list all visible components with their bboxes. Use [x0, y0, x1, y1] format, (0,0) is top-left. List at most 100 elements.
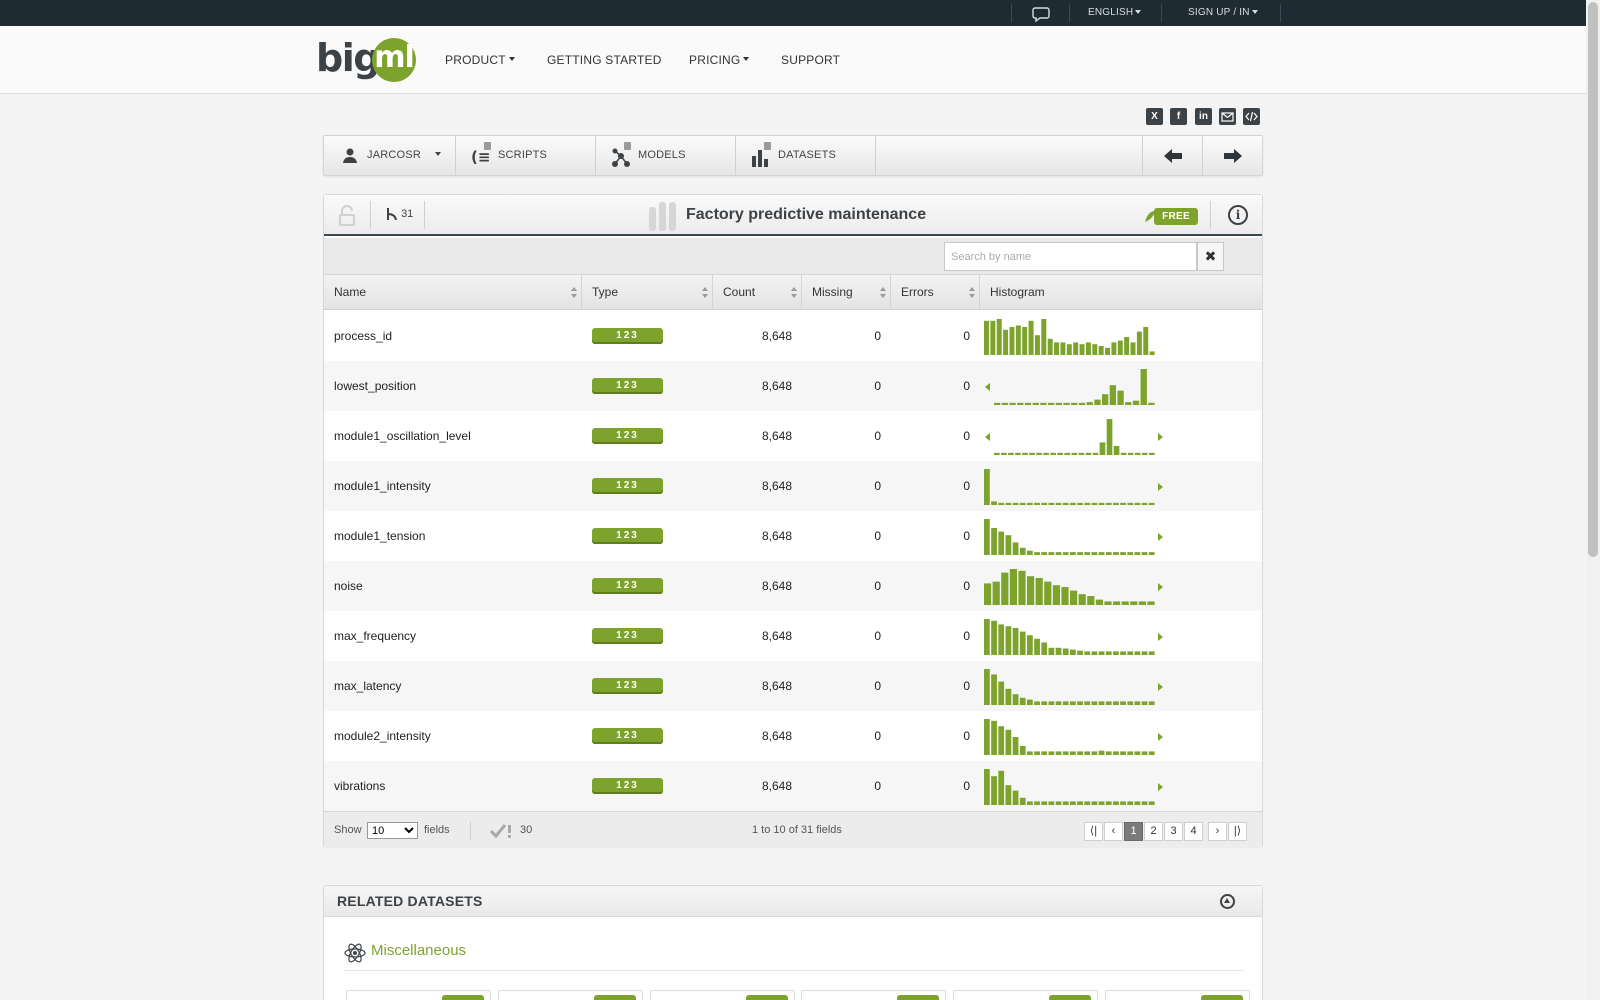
histogram[interactable]: [984, 317, 1174, 357]
histogram-bar: [1022, 452, 1028, 455]
column-header-errors[interactable]: Errors: [891, 275, 980, 310]
column-header-count[interactable]: Count: [713, 275, 802, 310]
table-row[interactable]: process_id 123 8,648 0 0: [324, 311, 1262, 361]
table-row[interactable]: vibrations 123 8,648 0 0: [324, 761, 1262, 811]
histogram[interactable]: [984, 517, 1174, 557]
histogram[interactable]: [984, 467, 1174, 507]
toolbar-models[interactable]: MODELS: [596, 136, 736, 175]
table-row[interactable]: max_frequency 123 8,648 0 0: [324, 611, 1262, 661]
field-search-bar: ✖: [324, 238, 1262, 275]
page-button[interactable]: 4: [1184, 822, 1203, 841]
nav-product[interactable]: PRODUCT: [445, 26, 515, 94]
numeric-type-badge: 123: [592, 378, 663, 394]
table-row[interactable]: max_latency 123 8,648 0 0: [324, 661, 1262, 711]
table-row[interactable]: module1_intensity 123 8,648 0 0: [324, 461, 1262, 511]
related-dataset-card[interactable]: [346, 990, 491, 1000]
scrollbar-thumb[interactable]: [1588, 2, 1598, 557]
table-row[interactable]: module1_oscillation_level 123 8,648 0 0: [324, 411, 1262, 461]
histogram[interactable]: [984, 667, 1174, 707]
histogram-left-arrow-icon[interactable]: [985, 383, 990, 391]
histogram[interactable]: [984, 567, 1174, 607]
related-dataset-card[interactable]: [1105, 990, 1250, 1000]
nav-support[interactable]: SUPPORT: [781, 26, 840, 94]
toolbar-datasets[interactable]: DATASETS: [736, 136, 876, 175]
field-name[interactable]: process_id: [334, 311, 392, 361]
related-dataset-card[interactable]: [801, 990, 946, 1000]
related-dataset-card[interactable]: [650, 990, 795, 1000]
column-header-missing[interactable]: Missing: [802, 275, 891, 310]
numeric-type-badge: 123: [592, 728, 663, 744]
next-page-button[interactable]: ›: [1208, 822, 1227, 841]
info-icon[interactable]: i: [1228, 205, 1248, 225]
field-name[interactable]: module1_tension: [334, 511, 425, 561]
table-row[interactable]: module1_tension 123 8,648 0 0: [324, 511, 1262, 561]
histogram-right-arrow-icon[interactable]: [1158, 733, 1163, 741]
table-row[interactable]: noise 123 8,648 0 0: [324, 561, 1262, 611]
histogram-bar: [1084, 651, 1091, 655]
prev-page-button[interactable]: ‹: [1104, 822, 1123, 841]
table-row[interactable]: lowest_position 123 8,648 0 0: [324, 361, 1262, 411]
title-divider: [370, 201, 371, 229]
checkmark-icon[interactable]: [489, 822, 514, 840]
histogram[interactable]: [984, 767, 1174, 807]
column-header-name[interactable]: Name: [324, 275, 582, 310]
previous-button[interactable]: [1142, 136, 1202, 175]
user-menu[interactable]: JARCOSR: [324, 136, 456, 175]
last-page-button[interactable]: |⟩: [1228, 822, 1247, 841]
field-name[interactable]: max_latency: [334, 661, 401, 711]
chat-icon[interactable]: [1032, 0, 1050, 26]
language-selector[interactable]: ENGLISH: [1088, 0, 1142, 26]
related-dataset-card[interactable]: [498, 990, 643, 1000]
histogram-right-arrow-icon[interactable]: [1158, 633, 1163, 641]
histogram[interactable]: [984, 417, 1174, 457]
column-header-type[interactable]: Type: [582, 275, 713, 310]
collapse-icon[interactable]: [1220, 894, 1235, 909]
nav-pricing[interactable]: PRICING: [689, 26, 750, 94]
nav-getting-started[interactable]: GETTING STARTED: [547, 26, 662, 94]
field-name[interactable]: noise: [334, 561, 363, 611]
email-icon[interactable]: [1219, 108, 1236, 125]
histogram-right-arrow-icon[interactable]: [1158, 683, 1163, 691]
table-row[interactable]: module2_intensity 123 8,648 0 0: [324, 711, 1262, 761]
toolbar-scripts[interactable]: (≡) SCRIPTS: [456, 136, 596, 175]
histogram-bar: [1034, 502, 1040, 505]
first-page-button[interactable]: ⟨|: [1084, 822, 1103, 841]
category-link[interactable]: Miscellaneous: [371, 942, 466, 959]
field-name[interactable]: lowest_position: [334, 361, 416, 411]
histogram-right-arrow-icon[interactable]: [1158, 533, 1163, 541]
clear-search-button[interactable]: ✖: [1197, 242, 1224, 271]
histogram[interactable]: [984, 367, 1174, 407]
page-button[interactable]: 2: [1144, 822, 1163, 841]
page-button[interactable]: 3: [1164, 822, 1183, 841]
field-name[interactable]: module1_oscillation_level: [334, 411, 471, 461]
histogram[interactable]: [984, 617, 1174, 657]
facebook-icon[interactable]: f: [1170, 108, 1187, 125]
histogram-left-arrow-icon[interactable]: [985, 433, 990, 441]
histogram-bar: [984, 669, 990, 705]
search-input[interactable]: [944, 242, 1197, 271]
sign-up-in-link[interactable]: SIGN UP / IN: [1188, 0, 1258, 26]
related-dataset-card[interactable]: [953, 990, 1098, 1000]
embed-code-icon[interactable]: [1243, 108, 1260, 125]
linkedin-icon[interactable]: in: [1195, 108, 1212, 125]
page-scrollbar[interactable]: [1586, 0, 1600, 1000]
lock-icon[interactable]: [338, 205, 356, 227]
histogram-right-arrow-icon[interactable]: [1158, 583, 1163, 591]
missing-cell: 0: [874, 379, 881, 393]
histogram-bar: [1017, 402, 1024, 405]
histogram-bar: [1113, 502, 1119, 505]
histogram-right-arrow-icon[interactable]: [1158, 783, 1163, 791]
x-icon[interactable]: X: [1146, 108, 1163, 125]
histogram-bar: [998, 726, 1005, 755]
page-size-select[interactable]: 10: [367, 822, 418, 839]
histogram-bar: [1105, 502, 1112, 505]
histogram-right-arrow-icon[interactable]: [1158, 433, 1163, 441]
field-name[interactable]: vibrations: [334, 761, 385, 811]
field-name[interactable]: max_frequency: [334, 611, 416, 661]
page-button[interactable]: 1: [1124, 822, 1143, 841]
histogram[interactable]: [984, 717, 1174, 757]
next-button[interactable]: [1202, 136, 1262, 175]
field-name[interactable]: module1_intensity: [334, 461, 431, 511]
histogram-right-arrow-icon[interactable]: [1158, 483, 1163, 491]
field-name[interactable]: module2_intensity: [334, 711, 431, 761]
